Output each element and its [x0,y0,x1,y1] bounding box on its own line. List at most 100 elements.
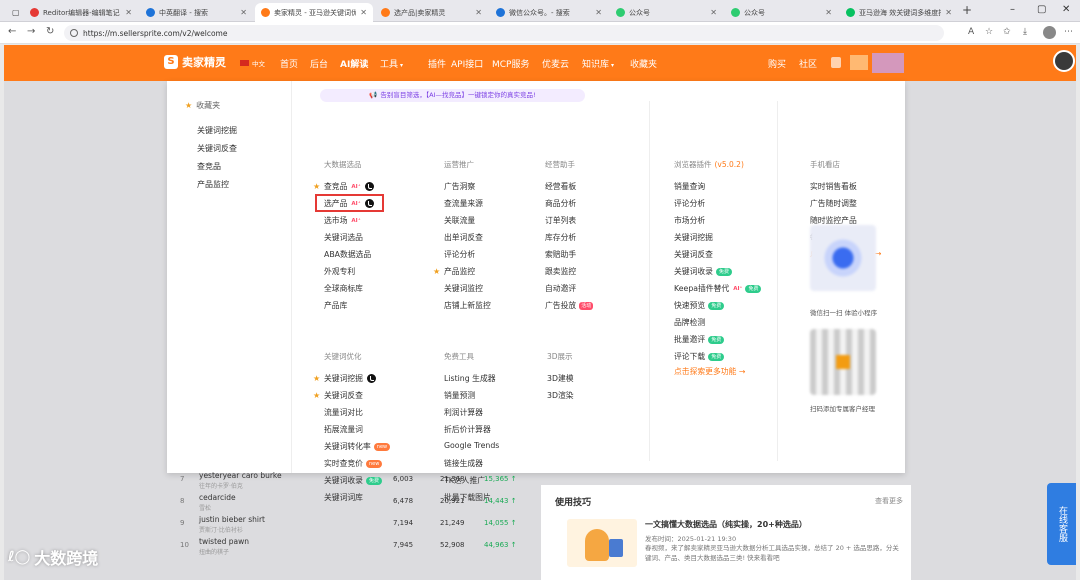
menu-item[interactable]: 外观专利 [324,266,355,277]
menu-item[interactable]: 折后价计算器 [444,424,491,435]
menu-item[interactable]: 关键词监控 [444,283,483,294]
nav-item[interactable]: MCP服务 [492,57,529,70]
menu-item[interactable]: 经营看板 [545,181,576,192]
nav-buy[interactable]: 购买 [768,57,786,70]
browser-tab[interactable]: 微信公众号。- 搜索 ✕ [490,3,608,22]
user-account-blurred[interactable] [872,53,904,73]
site-logo[interactable]: S 卖家精灵 [164,54,226,70]
maximize-icon[interactable]: ▢ [1037,4,1046,15]
favorite-item[interactable]: 查竞品 [197,161,221,172]
menu-item[interactable]: 跟卖监控 [545,266,576,277]
menu-item[interactable]: 自动邀评 [545,283,576,294]
table-row[interactable]: 7 yesteryear caro burke 往年的卡罗·伯克 6,003 21,36… [174,469,524,493]
explore-more-link[interactable]: 点击探索更多功能 → [674,366,745,377]
menu-item[interactable]: 关键词反查 [674,249,713,260]
browser-tab[interactable]: 公众号 ✕ [725,3,838,22]
nav-item[interactable]: AI解读 [340,57,368,70]
vip-icon[interactable] [850,55,868,70]
article-thumbnail[interactable] [567,519,637,567]
menu-item[interactable]: 广告洞察 [444,181,475,192]
favorite-star-icon[interactable]: ☆ [985,27,993,37]
tab-close-icon[interactable]: ✕ [595,8,602,17]
browser-tab[interactable]: 卖家精灵 - 亚马逊关键词优化 ✕ [255,3,373,22]
browser-tab[interactable]: Reditor编辑器-编辑笔记 ✕ [24,3,138,22]
article-title[interactable]: 一文搞懂大数据选品（纯实操，20+种选品） [645,519,807,530]
menu-item[interactable]: 快速预览 免费 [674,300,725,311]
menu-item[interactable]: 库存分析 [545,232,576,243]
browser-tab[interactable]: 中英翻译 - 搜索 ✕ [140,3,253,22]
favorite-item[interactable]: 产品监控 [197,179,229,190]
menu-item[interactable]: 市场分析 [674,215,705,226]
menu-item[interactable]: Listing 生成器 [444,373,496,384]
menu-item[interactable]: 关键词转化率 new [324,441,391,452]
browser-tab[interactable]: 选产品|卖家精灵 ✕ [375,3,488,22]
menu-item[interactable]: 利润计算器 [444,407,483,418]
menu-item[interactable]: 商品分析 [545,198,576,209]
menu-item[interactable]: ABA数据选品 [324,249,371,260]
menu-item[interactable]: 实时查竞价 new [324,458,383,469]
download-icon[interactable]: ⤓ [1023,27,1027,37]
menu-item[interactable]: 销量预测 [444,390,475,401]
new-tab-button[interactable]: + [962,3,972,17]
menu-item[interactable]: 店铺上新监控 [444,300,491,311]
table-row[interactable]: 9 justin bieber shirt 贾斯汀·比伯衬衫 7,194 21,249 1… [174,513,524,537]
tips-more-link[interactable]: 查看更多 [875,496,903,506]
online-support-tab[interactable]: 在线客服 [1047,483,1076,565]
menu-item[interactable]: 3D渲染 [547,390,574,401]
nav-item[interactable]: 后台 [310,57,328,70]
promo-banner[interactable]: 📢 告别盲目筛选，【AI—找竞品】一键锁定你的真实竞品! [320,89,585,102]
menu-item[interactable]: 评论分析 [444,249,475,260]
nav-item[interactable]: 插件 [428,57,446,70]
menu-item[interactable]: 实时销售看板 [810,181,857,192]
menu-item[interactable]: 关联流量 [444,215,475,226]
menu-item[interactable]: 拓展流量词 [324,424,363,435]
menu-item[interactable]: 批量邀评 免费 [674,334,725,345]
tab-close-icon[interactable]: ✕ [825,8,832,17]
menu-item[interactable]: ★ 产品监控 [433,266,475,277]
nav-item[interactable]: 知识库 ▾ [582,57,614,70]
table-row[interactable]: 10 twisted pawn 扭曲的棋子 7,945 52,908 44,963 ↑ [174,535,524,559]
menu-item[interactable]: 选市场 AI ⁺ [324,215,361,226]
menu-item[interactable]: Google Trends [444,441,499,450]
language-switch[interactable]: 中文 [240,58,265,68]
nav-item[interactable]: 优麦云 [542,57,569,70]
menu-item[interactable]: 查流量来源 [444,198,483,209]
menu-item[interactable]: 链接生成器 [444,458,483,469]
nav-item[interactable]: 收藏夹 [630,57,657,70]
nav-item[interactable]: API接口 [451,57,483,70]
menu-item[interactable]: 广告随时调整 [810,198,857,209]
menu-item[interactable]: 关键词收录 免费 [674,266,732,277]
menu-item[interactable]: ★ 查竞品 AI ⁺ [313,181,374,192]
menu-item[interactable]: 广告投放 活动 [545,300,594,311]
browser-tab[interactable]: 亚马逊海 效关键词多维度指 ✕ [840,3,958,22]
menu-item[interactable]: Keepa插件替代 AI ⁺ 免费 [674,283,762,294]
menu-item[interactable]: 流量词对比 [324,407,363,418]
tab-close-icon[interactable]: ✕ [360,8,367,17]
favorites-icon[interactable]: ✩ [1003,27,1011,37]
menu-item[interactable]: 出单词反查 [444,232,483,243]
profile-avatar[interactable] [1043,26,1056,39]
site-info-icon[interactable] [70,29,78,37]
back-icon[interactable]: ← [8,26,16,37]
tab-close-icon[interactable]: ✕ [945,8,952,17]
menu-item[interactable]: 全球商标库 [324,283,363,294]
menu-item[interactable]: 评论下载 免费 [674,351,725,362]
refresh-icon[interactable]: ↻ [46,26,54,37]
more-menu-icon[interactable]: ⋯ [1064,27,1073,37]
menu-item[interactable]: 关键词挖掘 [674,232,713,243]
favorite-item[interactable]: 关键词挖掘 [197,125,237,136]
nav-item[interactable]: 首页 [280,57,298,70]
tab-close-icon[interactable]: ✕ [475,8,482,17]
close-window-icon[interactable]: ✕ [1062,4,1070,15]
minimize-icon[interactable]: – [1010,4,1015,15]
message-icon[interactable] [831,57,841,68]
nav-community[interactable]: 社区 [799,57,817,70]
favorite-item[interactable]: 关键词反查 [197,143,237,154]
tab-close-icon[interactable]: ✕ [240,8,247,17]
tab-close-icon[interactable]: ✕ [125,8,132,17]
tab-actions-button[interactable]: ▢ [6,3,26,22]
menu-item[interactable]: 品牌检测 [674,317,705,328]
user-avatar[interactable] [1053,50,1075,72]
menu-item[interactable]: 索赔助手 [545,249,576,260]
nav-item[interactable]: 工具 ▾ [380,57,403,70]
